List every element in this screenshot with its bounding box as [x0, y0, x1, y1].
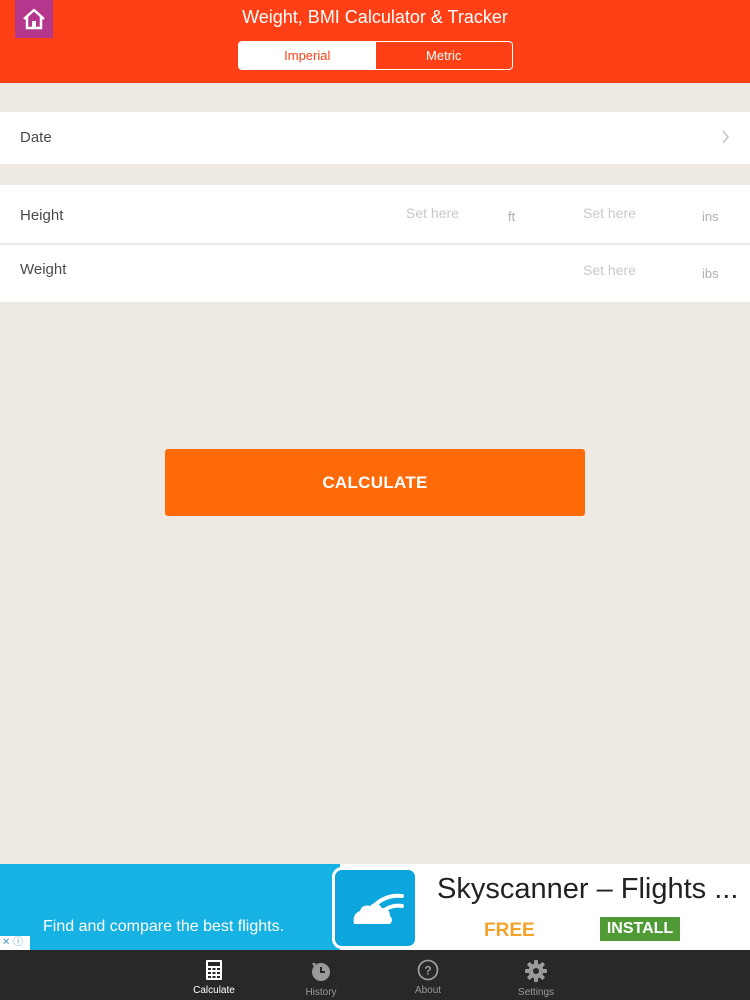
tab-imperial[interactable]: Imperial — [239, 42, 376, 69]
feet-unit-label: ft — [508, 209, 516, 224]
tab-settings-label: Settings — [517, 987, 555, 998]
calculator-icon — [206, 960, 222, 980]
height-row: Height Set here ft Set here ins — [0, 185, 750, 244]
weight-row: Weight Set here ibs — [0, 245, 750, 302]
tab-about-label: About — [414, 985, 442, 996]
tab-calculate-label: Calculate — [193, 985, 235, 996]
ad-blue-panel: Find and compare the best flights. — [0, 864, 340, 950]
height-label: Height — [20, 207, 64, 224]
unit-segmented-control: Imperial Metric — [238, 41, 513, 70]
question-icon: ? — [417, 959, 439, 981]
calculate-button[interactable]: CALCULATE — [165, 449, 585, 516]
tab-metric[interactable]: Metric — [376, 42, 513, 69]
gear-icon — [525, 960, 547, 982]
ad-app-name: Skyscanner – Flights ... — [437, 873, 739, 905]
page-title: Weight, BMI Calculator & Tracker — [242, 7, 508, 27]
ad-close-button[interactable]: ✕ ⓘ — [0, 936, 30, 950]
weight-unit-label: ibs — [702, 266, 719, 281]
tab-history-label: History — [305, 987, 337, 998]
skyscanner-logo-icon — [332, 867, 418, 949]
height-inches-input[interactable]: Set here — [583, 205, 636, 221]
ad-price: FREE — [484, 920, 535, 941]
info-icon: ⓘ — [13, 937, 24, 948]
height-feet-input[interactable]: Set here — [406, 205, 459, 221]
header-bar: Weight, BMI Calculator & Tracker Imperia… — [0, 0, 750, 83]
tab-history[interactable]: History — [281, 950, 361, 1000]
install-button[interactable]: INSTALL — [600, 917, 680, 941]
chevron-right-icon — [722, 130, 730, 144]
date-row[interactable]: Date — [0, 112, 750, 164]
tab-calculate[interactable]: Calculate — [174, 950, 254, 1000]
svg-text:?: ? — [424, 964, 431, 978]
tab-about[interactable]: ? About — [388, 950, 468, 1000]
history-icon — [312, 963, 330, 981]
weight-input[interactable]: Set here — [583, 262, 636, 278]
tab-settings[interactable]: Settings — [496, 950, 576, 1000]
inches-unit-label: ins — [702, 209, 719, 224]
bottom-tab-bar: Calculate History ? About Settings — [0, 950, 750, 1000]
close-icon: ✕ — [2, 937, 11, 948]
date-label: Date — [20, 129, 52, 146]
ad-banner[interactable]: Find and compare the best flights. ✕ ⓘ S… — [0, 864, 750, 950]
ad-tagline: Find and compare the best flights. — [43, 918, 285, 935]
weight-label: Weight — [20, 261, 67, 278]
